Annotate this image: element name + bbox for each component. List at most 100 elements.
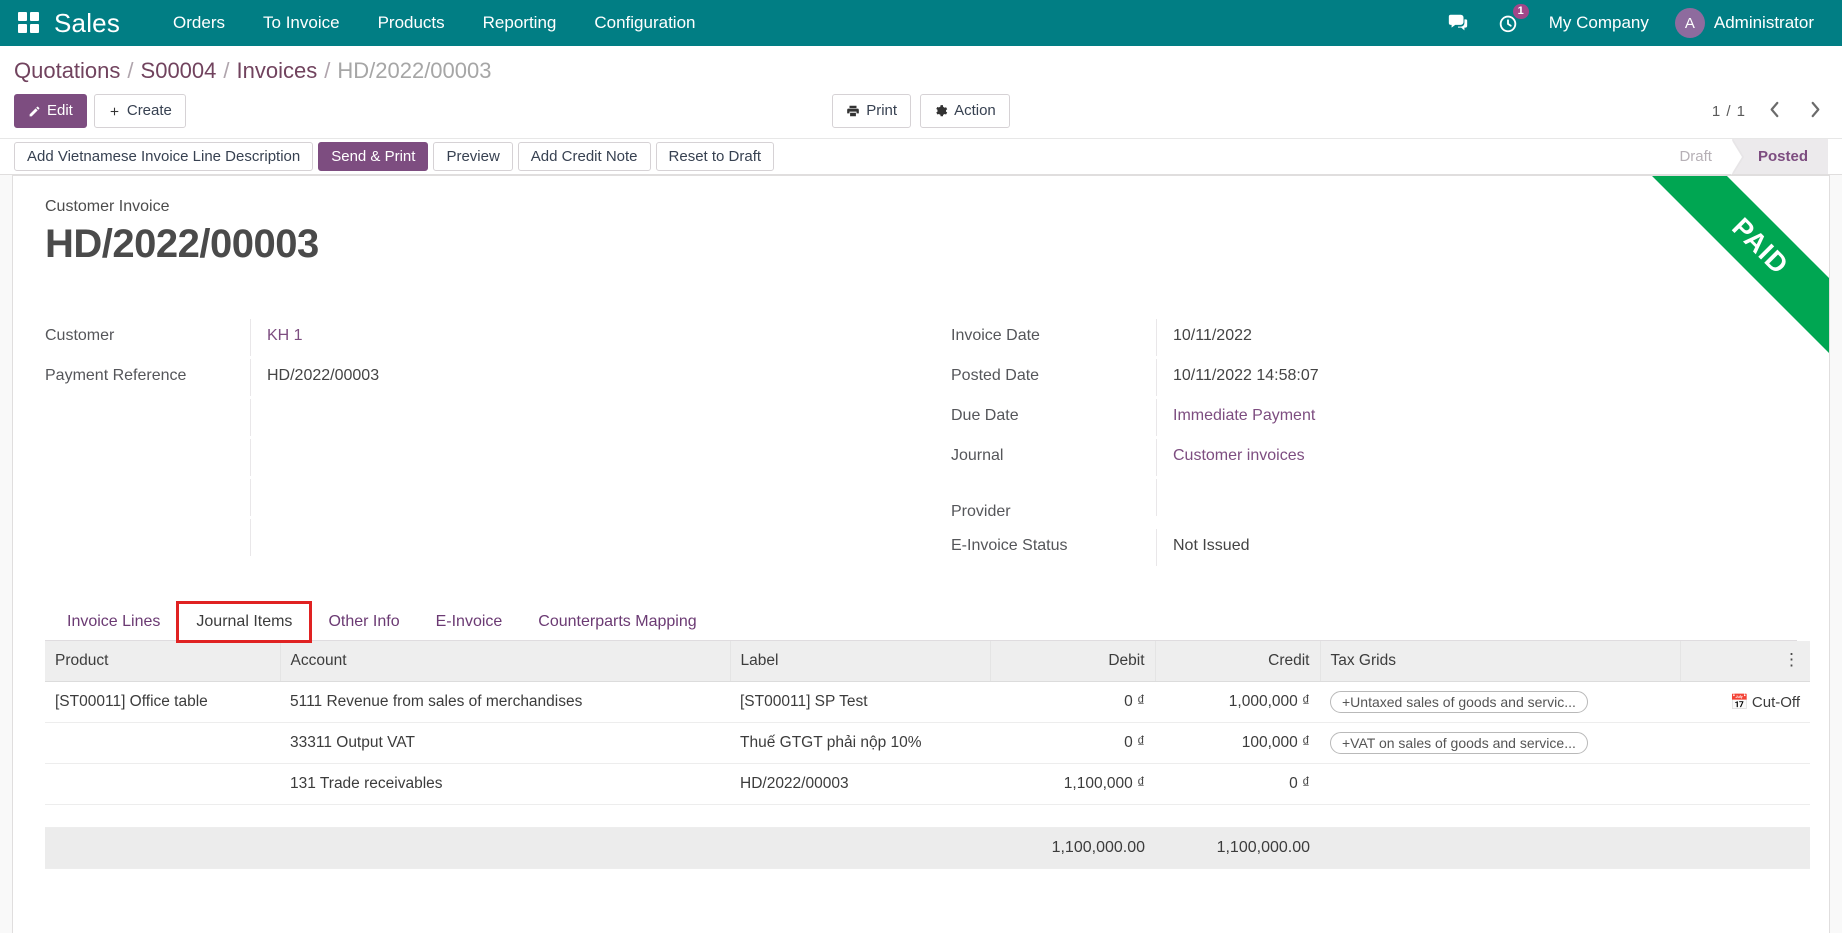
notebook-tabs: Invoice Lines Journal Items Other Info E… — [45, 603, 1797, 641]
column-header-product[interactable]: Product — [45, 641, 280, 682]
company-switcher[interactable]: My Company — [1533, 1, 1665, 45]
table-row[interactable]: 131 Trade receivables HD/2022/00003 1,10… — [45, 764, 1810, 805]
action-button[interactable]: Action — [920, 94, 1010, 128]
preview-button[interactable]: Preview — [433, 142, 512, 171]
field-payment-reference-value[interactable]: HD/2022/00003 — [250, 359, 881, 396]
cell-debit[interactable]: 0 ₫ — [990, 723, 1155, 764]
optional-columns-toggle[interactable]: ⋮ — [1680, 641, 1810, 682]
column-header-label[interactable]: Label — [730, 641, 990, 682]
field-invoice-date-label: Invoice Date — [951, 319, 1156, 353]
cell-tax-grids[interactable] — [1320, 764, 1680, 805]
field-einvoice-status-value: Not Issued — [1156, 529, 1757, 566]
cell-credit[interactable]: 1,000,000 ₫ — [1155, 682, 1320, 723]
cell-product[interactable] — [45, 764, 280, 805]
tab-journal-items[interactable]: Journal Items — [178, 603, 310, 641]
form-fields-right: Invoice Date 10/11/2022 Posted Date 10/1… — [921, 319, 1797, 569]
menu-item-configuration[interactable]: Configuration — [575, 1, 714, 45]
cell-credit[interactable]: 0 ₫ — [1155, 764, 1320, 805]
cell-product[interactable] — [45, 723, 280, 764]
apps-grid-icon[interactable] — [18, 12, 40, 34]
cell-account[interactable]: 33311 Output VAT — [280, 723, 730, 764]
column-header-debit[interactable]: Debit — [990, 641, 1155, 682]
cell-label[interactable]: [ST00011] SP Test — [730, 682, 990, 723]
breadcrumb-item-invoices[interactable]: Invoices — [237, 58, 318, 84]
activities-button[interactable]: 1 — [1483, 4, 1533, 42]
calendar-icon: 📅 — [1730, 694, 1749, 711]
tax-grid-tag: +VAT on sales of goods and service... — [1330, 732, 1588, 754]
chevron-left-icon — [1768, 101, 1781, 118]
field-provider-label: Provider — [951, 495, 1156, 529]
field-left-spacer-3-value — [250, 479, 881, 516]
add-vietnamese-invoice-line-description-button[interactable]: Add Vietnamese Invoice Line Description — [14, 142, 313, 171]
workflow-buttons: Add Vietnamese Invoice Line Description … — [14, 139, 779, 174]
cell-account[interactable]: 5111 Revenue from sales of merchandises — [280, 682, 730, 723]
menu-item-reporting[interactable]: Reporting — [464, 1, 576, 45]
field-customer: Customer KH 1 — [45, 319, 881, 359]
pencil-icon — [28, 105, 41, 118]
app-brand-sales[interactable]: Sales — [54, 10, 120, 36]
field-posted-date: Posted Date 10/11/2022 14:58:07 — [951, 359, 1757, 399]
control-panel-left-buttons: Edit Create — [14, 94, 186, 128]
cell-debit[interactable]: 1,100,000 ₫ — [990, 764, 1155, 805]
table-row[interactable]: [ST00011] Office table 5111 Revenue from… — [45, 682, 1810, 723]
print-button[interactable]: Print — [832, 94, 911, 128]
reset-to-draft-button[interactable]: Reset to Draft — [656, 142, 775, 171]
breadcrumb-separator: / — [127, 58, 133, 84]
cell-label[interactable]: HD/2022/00003 — [730, 764, 990, 805]
tab-other-info[interactable]: Other Info — [310, 603, 417, 641]
control-panel-actions: Edit Create Print Action — [14, 94, 1828, 128]
table-row[interactable]: 33311 Output VAT Thuế GTGT phải nộp 10% … — [45, 723, 1810, 764]
cell-cut-off — [1680, 764, 1810, 805]
pager-previous-button[interactable] — [1762, 101, 1787, 122]
breadcrumb-item-quotations[interactable]: Quotations — [14, 58, 120, 84]
field-posted-date-value[interactable]: 10/11/2022 14:58:07 — [1156, 359, 1757, 396]
send-and-print-button[interactable]: Send & Print — [318, 142, 428, 171]
column-header-account[interactable]: Account — [280, 641, 730, 682]
activity-count-badge: 1 — [1513, 4, 1529, 19]
add-credit-note-button[interactable]: Add Credit Note — [518, 142, 651, 171]
chevron-right-icon — [1809, 101, 1822, 118]
cut-off-label: Cut-Off — [1752, 694, 1800, 711]
edit-button[interactable]: Edit — [14, 94, 87, 128]
tab-counterparts-mapping[interactable]: Counterparts Mapping — [520, 603, 714, 641]
column-header-tax-grids[interactable]: Tax Grids — [1320, 641, 1680, 682]
cell-credit[interactable]: 100,000 ₫ — [1155, 723, 1320, 764]
cell-tax-grids[interactable]: +VAT on sales of goods and service... — [1320, 723, 1680, 764]
totals-empty-label — [730, 828, 990, 869]
field-invoice-date-value[interactable]: 10/11/2022 — [1156, 319, 1757, 356]
field-journal-value[interactable]: Customer invoices — [1156, 439, 1757, 476]
totals-empty-tax-grids — [1320, 828, 1680, 869]
messages-button[interactable] — [1433, 4, 1483, 42]
cell-cut-off[interactable]: 📅Cut-Off — [1680, 682, 1810, 723]
breadcrumb-item-s00004[interactable]: S00004 — [141, 58, 217, 84]
field-left-spacer-1-value — [250, 399, 881, 436]
field-due-date-label: Due Date — [951, 399, 1156, 433]
field-left-spacer-1 — [45, 399, 881, 439]
create-button[interactable]: Create — [94, 94, 186, 128]
print-button-label: Print — [866, 101, 897, 121]
cell-debit[interactable]: 0 ₫ — [990, 682, 1155, 723]
tab-e-invoice[interactable]: E-Invoice — [418, 603, 521, 641]
field-due-date-value[interactable]: Immediate Payment — [1156, 399, 1757, 436]
cell-label[interactable]: Thuế GTGT phải nộp 10% — [730, 723, 990, 764]
totals-empty-account — [280, 828, 730, 869]
tab-invoice-lines[interactable]: Invoice Lines — [49, 603, 178, 641]
plus-icon — [108, 105, 121, 118]
menu-item-products[interactable]: Products — [359, 1, 464, 45]
cell-tax-grids[interactable]: +Untaxed sales of goods and servic... — [1320, 682, 1680, 723]
cell-product[interactable]: [ST00011] Office table — [45, 682, 280, 723]
state-draft[interactable]: Draft — [1653, 139, 1732, 174]
field-provider-value[interactable] — [1156, 479, 1757, 516]
state-posted[interactable]: Posted — [1732, 139, 1828, 174]
menu-item-orders[interactable]: Orders — [154, 1, 244, 45]
user-menu[interactable]: A Administrator — [1665, 0, 1824, 46]
field-einvoice-status-label: E-Invoice Status — [951, 529, 1156, 563]
field-customer-value[interactable]: KH 1 — [250, 319, 881, 356]
menu-item-to-invoice[interactable]: To Invoice — [244, 1, 359, 45]
pager-next-button[interactable] — [1803, 101, 1828, 122]
column-header-credit[interactable]: Credit — [1155, 641, 1320, 682]
cell-account[interactable]: 131 Trade receivables — [280, 764, 730, 805]
field-left-spacer-2-value — [250, 439, 881, 476]
field-left-spacer-3 — [45, 479, 881, 519]
totals-debit: 1,100,000.00 — [990, 828, 1155, 869]
